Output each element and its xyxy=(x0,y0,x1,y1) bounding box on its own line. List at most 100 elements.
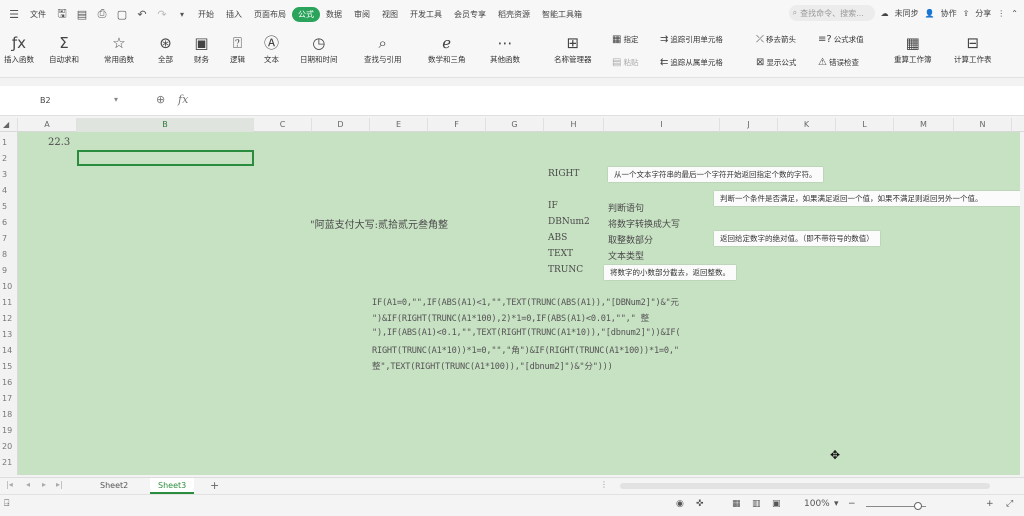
row-header[interactable]: 1 xyxy=(0,135,18,150)
column-header[interactable]: A xyxy=(18,118,77,132)
row-header[interactable]: 5 xyxy=(0,199,18,214)
cloud-icon[interactable]: ☁ xyxy=(881,9,889,18)
tab-scroll-handle-icon[interactable]: ⋮ xyxy=(600,480,608,489)
page-break-view-icon[interactable]: ▣ xyxy=(772,499,781,509)
page-layout-view-icon[interactable]: ▥ xyxy=(752,499,761,509)
tab-home[interactable]: 开始 xyxy=(192,7,220,22)
tab-data[interactable]: 数据 xyxy=(320,7,348,22)
tab-developer[interactable]: 开发工具 xyxy=(404,7,448,22)
export-icon[interactable]: ▤ xyxy=(75,7,89,21)
zoom-dropdown-icon[interactable]: ▾ xyxy=(834,499,839,509)
specify-button[interactable]: ▦ 指定 xyxy=(612,34,638,45)
row-header[interactable]: 8 xyxy=(0,247,18,262)
add-sheet-icon[interactable]: + xyxy=(210,479,219,492)
normal-view-icon[interactable]: ▦ xyxy=(732,499,741,509)
function-name[interactable]: RIGHT xyxy=(548,169,579,179)
column-header[interactable]: B xyxy=(77,118,254,132)
next-sheet-icon[interactable]: ▸ xyxy=(42,480,46,489)
column-header[interactable]: D xyxy=(312,118,370,132)
function-name[interactable]: DBNum2 xyxy=(548,217,590,227)
save-icon[interactable]: 🖫 xyxy=(55,7,69,21)
redo-icon[interactable]: ↷ xyxy=(155,7,169,21)
paste-button[interactable]: ▤ 粘贴 xyxy=(612,57,638,68)
text-functions-button[interactable]: Ⓐ 文本 xyxy=(264,32,279,65)
row-header[interactable]: 20 xyxy=(0,439,18,454)
tab-smart-tools[interactable]: 智能工具箱 xyxy=(536,7,588,22)
logic-functions-button[interactable]: ⍰ 逻辑 xyxy=(230,32,245,65)
function-name[interactable]: TEXT xyxy=(548,249,573,259)
share-icon[interactable]: ⇪ xyxy=(963,9,970,18)
function-desc[interactable]: 判断语句 xyxy=(608,201,644,214)
remove-arrows-button[interactable]: ⤫ 移去箭头 xyxy=(756,34,796,45)
name-box[interactable]: B2 xyxy=(40,96,51,105)
select-all-corner[interactable]: ◢ xyxy=(0,118,18,132)
formula-text-line[interactable]: IF(A1=0,"",IF(ABS(A1)<1,"",TEXT(TRUNC(AB… xyxy=(372,296,679,308)
row-header[interactable]: 19 xyxy=(0,423,18,438)
math-functions-button[interactable]: ℯ 数学和三角 xyxy=(428,32,466,65)
row-header[interactable]: 4 xyxy=(0,183,18,198)
row-header[interactable]: 18 xyxy=(0,407,18,422)
function-name[interactable]: TRUNC xyxy=(548,265,583,275)
column-header[interactable]: N xyxy=(954,118,1012,132)
zoom-out-icon[interactable]: − xyxy=(848,499,856,509)
result-text[interactable]: "阿蓝支付大写:贰拾贰元叁角整 xyxy=(310,216,448,231)
column-header[interactable]: F xyxy=(428,118,486,132)
all-functions-button[interactable]: ⊛ 全部 xyxy=(158,32,173,65)
row-header[interactable]: 17 xyxy=(0,391,18,406)
row-header[interactable]: 10 xyxy=(0,279,18,294)
show-formulas-button[interactable]: ⊠ 显示公式 xyxy=(756,57,796,68)
last-sheet-icon[interactable]: ▸| xyxy=(56,480,63,489)
row-header[interactable]: 15 xyxy=(0,359,18,374)
recalculate-workbook-button[interactable]: ▦ 重算工作簿 xyxy=(894,32,932,65)
column-header[interactable]: C xyxy=(254,118,312,132)
more-icon[interactable]: ⋮ xyxy=(997,9,1005,18)
menu-file[interactable]: 文件 xyxy=(24,7,52,22)
cell-a1[interactable]: 22.3 xyxy=(48,137,70,148)
row-header[interactable]: 11 xyxy=(0,295,18,310)
row-header[interactable]: 21 xyxy=(0,455,18,470)
function-desc[interactable]: 文本类型 xyxy=(608,249,644,262)
trace-dependents-button[interactable]: ⇇ 追踪从属单元格 xyxy=(660,57,723,68)
row-header[interactable]: 2 xyxy=(0,151,18,166)
lookup-functions-button[interactable]: ⌕ 查找与引用 xyxy=(364,32,402,65)
column-header[interactable]: H xyxy=(544,118,604,132)
macro-record-icon[interactable]: ⍈ xyxy=(4,499,9,509)
column-header[interactable]: K xyxy=(778,118,836,132)
formula-text-line[interactable]: 整",TEXT(RIGHT(TRUNC(A1*100)),"[dbnum2]")… xyxy=(372,360,613,372)
calculate-sheet-button[interactable]: ⊟ 计算工作表 xyxy=(954,32,992,65)
tab-member[interactable]: 会员专享 xyxy=(448,7,492,22)
print-preview-icon[interactable]: ▢ xyxy=(115,7,129,21)
trace-precedents-button[interactable]: ⇉ 追踪引用单元格 xyxy=(660,34,723,45)
function-desc[interactable]: 将数字转换成大写 xyxy=(608,217,680,230)
collapse-ribbon-icon[interactable]: ⌃ xyxy=(1011,9,1018,18)
error-check-button[interactable]: ⚠ 错误检查 xyxy=(818,57,859,68)
column-header[interactable]: G xyxy=(486,118,544,132)
formula-text-line[interactable]: ")&IF(RIGHT(TRUNC(A1*100),2)*1=0,IF(ABS(… xyxy=(372,312,649,324)
tab-review[interactable]: 审阅 xyxy=(348,7,376,22)
sheet-tab-sheet2[interactable]: Sheet2 xyxy=(92,478,136,494)
undo-icon[interactable]: ↶ xyxy=(135,7,149,21)
command-search[interactable]: ⌕ 查找命令、搜索... xyxy=(788,5,875,21)
row-header[interactable]: 7 xyxy=(0,231,18,246)
column-header[interactable]: M xyxy=(894,118,954,132)
sync-status[interactable]: 未同步 xyxy=(895,8,919,19)
insert-function-icon[interactable]: fx xyxy=(178,93,188,106)
formula-text-line[interactable]: "),IF(ABS(A1)<0.1,"",TEXT(RIGHT(TRUNC(A1… xyxy=(372,328,681,338)
collab-button[interactable]: 协作 xyxy=(941,8,957,19)
share-button[interactable]: 分享 xyxy=(975,8,991,19)
name-manager-button[interactable]: ⊞ 名称管理器 xyxy=(554,32,592,65)
name-box-dropdown-icon[interactable]: ▾ xyxy=(114,95,118,104)
worksheet-grid[interactable]: 22.3 "阿蓝支付大写:贰拾贰元叁角整 RIGHT IF 判断语句 DBNum… xyxy=(18,132,1020,475)
prev-sheet-icon[interactable]: ◂ xyxy=(26,480,30,489)
tab-view[interactable]: 视图 xyxy=(376,7,404,22)
datetime-functions-button[interactable]: ◷ 日期和时间 xyxy=(300,32,338,65)
selected-cell-b2[interactable] xyxy=(77,150,254,166)
tab-docer[interactable]: 稻壳资源 xyxy=(492,7,536,22)
tab-page-layout[interactable]: 页面布局 xyxy=(248,7,292,22)
column-header[interactable]: L xyxy=(836,118,894,132)
function-desc[interactable]: 取整数部分 xyxy=(608,233,653,246)
sheet-tab-sheet3[interactable]: Sheet3 xyxy=(150,478,195,494)
reading-mode-icon[interactable]: ✜ xyxy=(696,499,704,509)
fullscreen-icon[interactable]: ⤢ xyxy=(1006,499,1013,509)
common-functions-button[interactable]: ☆ 常用函数 xyxy=(104,32,134,65)
